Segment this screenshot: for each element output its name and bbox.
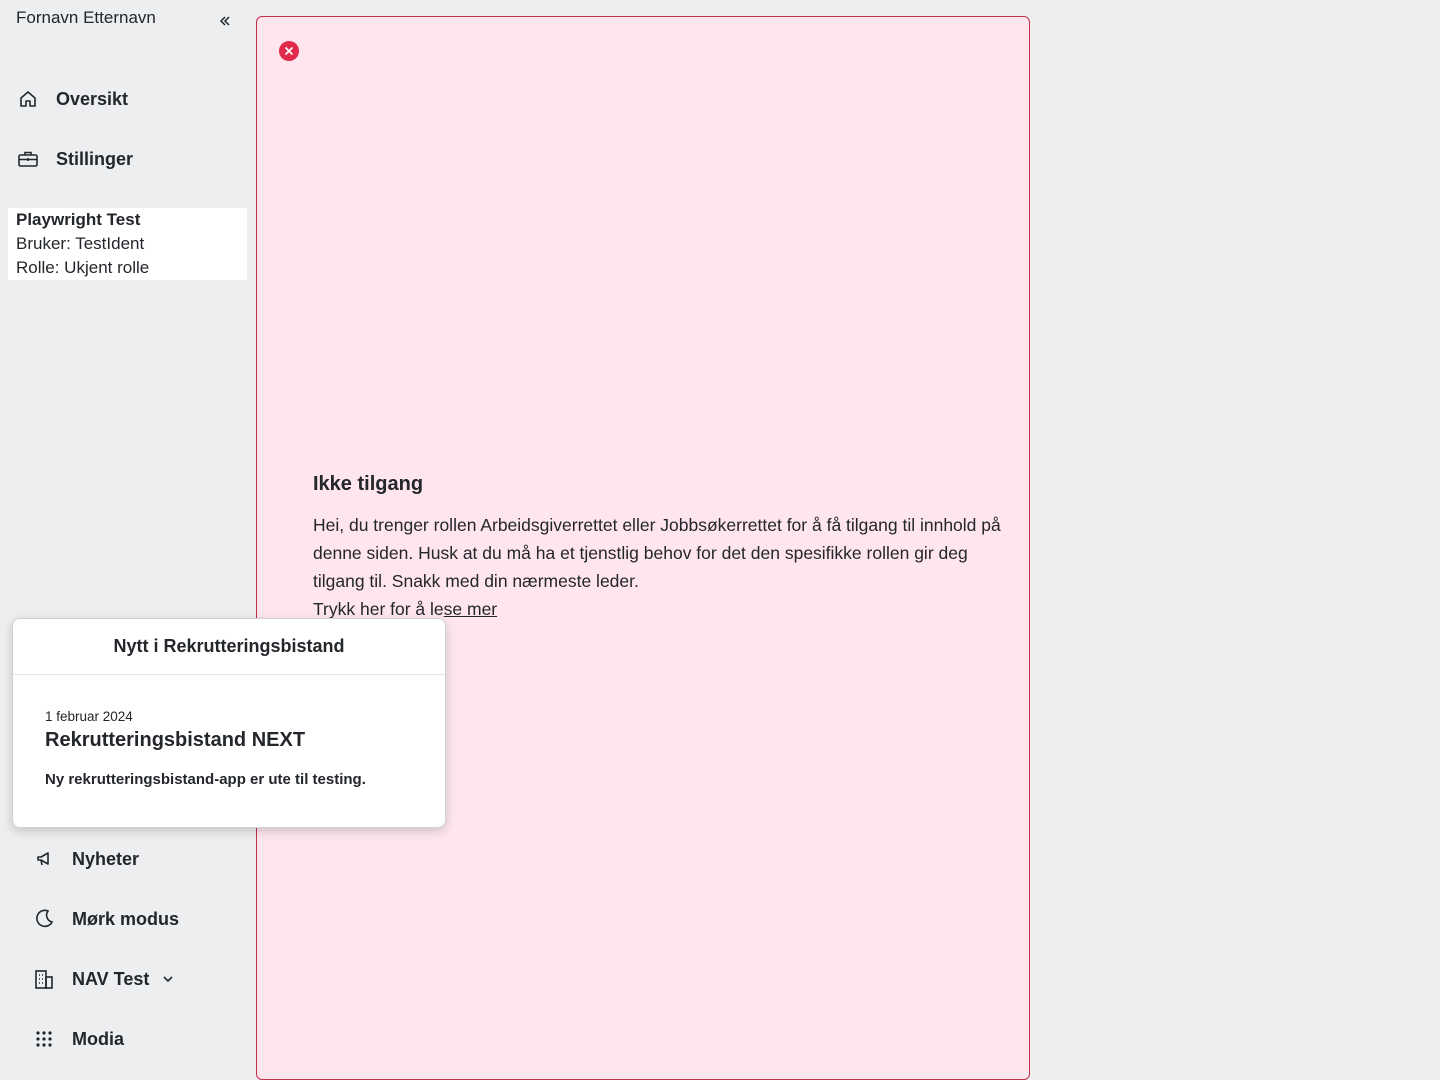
buildings-icon: [32, 967, 56, 991]
error-alert-panel: Ikke tilgang Hei, du trenger rollen Arbe…: [256, 16, 1030, 1080]
chevron-down-icon: [163, 976, 173, 983]
nav-item-oversikt[interactable]: Oversikt: [16, 77, 128, 121]
nav-item-label: Nyheter: [72, 848, 140, 869]
info-user: Bruker: TestIdent: [16, 234, 145, 253]
nav-item-stillinger[interactable]: Stillinger: [16, 137, 133, 181]
megaphone-icon: [32, 847, 56, 871]
grid-icon: [32, 1027, 56, 1051]
alert-link-prefix: Trykk her for å le: [313, 599, 444, 619]
news-title: Rekrutteringsbistand NEXT: [45, 729, 306, 751]
moon-icon: [32, 907, 56, 931]
sidebar: Fornavn Etternavn Oversikt Stillinger Pl…: [0, 0, 256, 1080]
info-name: Playwright Test: [16, 210, 141, 229]
alert-body: Hei, du trenger rollen Arbeidsgiverrette…: [313, 515, 1001, 591]
nav-item-nav-test[interactable]: NAV Test: [32, 957, 175, 1001]
chevron-double-left-icon: [219, 16, 230, 26]
briefcase-icon: [16, 147, 40, 171]
nav-item-label: Modia: [72, 1028, 124, 1049]
nav-item-label: Stillinger: [56, 148, 134, 169]
news-popover: Nytt i Rekrutteringsbistand 1 februar 20…: [12, 618, 446, 828]
nav-item-label: Oversikt: [56, 88, 129, 109]
nav-item-label: Mørk modus: [72, 908, 180, 929]
x-circle-icon: [279, 41, 299, 61]
user-name: Fornavn Etternavn: [16, 8, 156, 27]
nav-item-label: NAV Test: [72, 968, 150, 989]
user-info-box: Playwright Test Bruker: TestIdent Rolle:…: [8, 208, 247, 280]
alert-heading: Ikke tilgang: [313, 473, 424, 495]
nav-item-modia[interactable]: Modia: [32, 1017, 124, 1061]
nav-item-mork-modus[interactable]: Mørk modus: [32, 897, 179, 941]
news-date: 1 februar 2024: [45, 709, 133, 724]
info-role: Rolle: Ukjent rolle: [16, 258, 150, 277]
popover-header: Nytt i Rekrutteringsbistand: [13, 619, 445, 675]
nav-item-nyheter[interactable]: Nyheter: [32, 837, 139, 881]
collapse-sidebar-button[interactable]: [216, 12, 234, 30]
house-icon: [16, 87, 40, 111]
news-text: Ny rekrutteringsbistand-app er ute til t…: [45, 771, 366, 788]
read-more-link[interactable]: se mer: [444, 599, 497, 619]
